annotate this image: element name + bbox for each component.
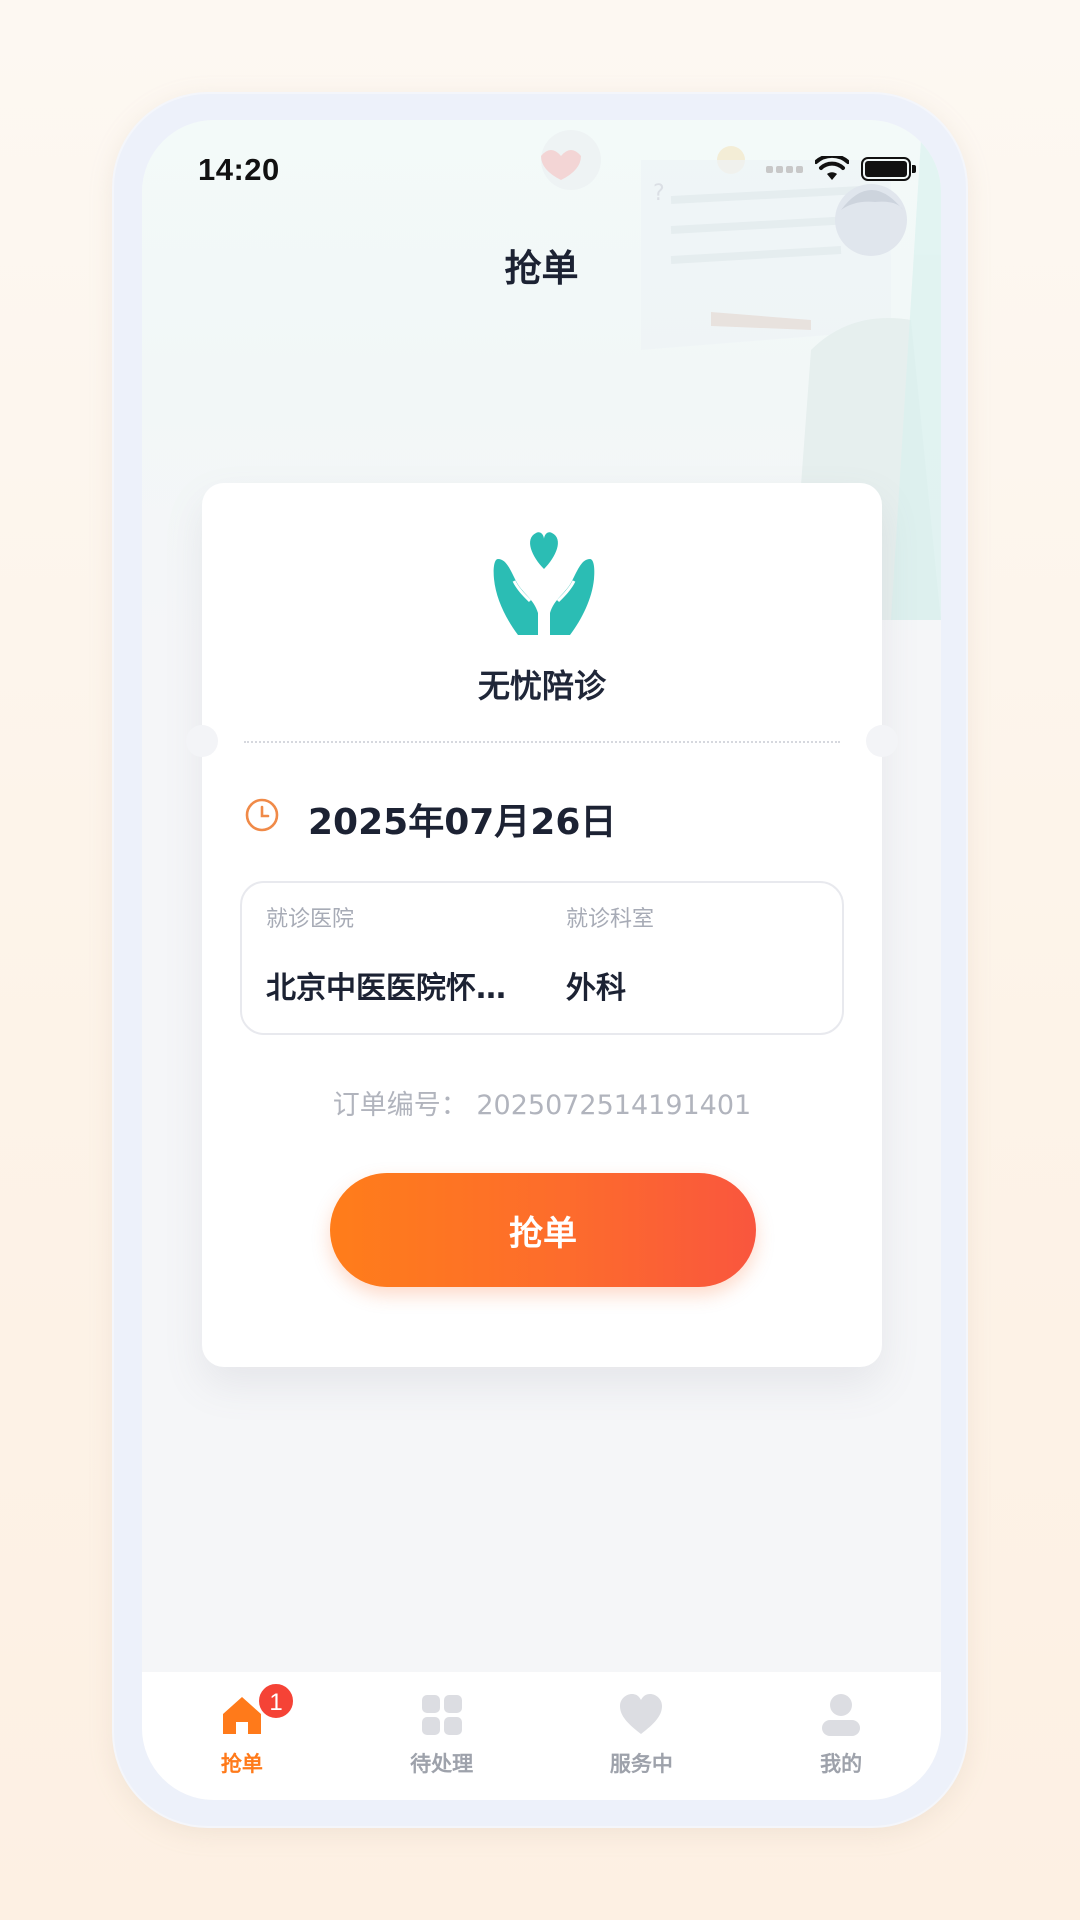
department-label: 就诊科室: [566, 907, 655, 932]
heart-icon: [620, 1694, 663, 1734]
tab-pending[interactable]: 待处理: [342, 1672, 542, 1800]
department-field: 就诊科室 外科: [566, 901, 826, 1007]
card-notch-left: [186, 725, 218, 757]
tab-label: 服务中: [609, 1752, 673, 1776]
tab-label: 待处理: [410, 1752, 474, 1776]
page-title: 抢单: [504, 247, 579, 290]
card-notch-right: [866, 725, 898, 757]
hospital-field: 就诊医院 北京中医医院怀…: [266, 901, 546, 1007]
wifi-icon: [815, 156, 849, 180]
tab-in-service[interactable]: 服务中: [542, 1672, 742, 1800]
svg-text:?: ?: [653, 181, 665, 206]
hands-heart-icon: [493, 532, 595, 635]
tab-grab-order[interactable]: 1 抢单: [142, 1672, 342, 1800]
hospital-label: 就诊医院: [266, 907, 355, 932]
grab-order-button[interactable]: 抢单: [330, 1173, 756, 1287]
brand-name: 无忧陪诊: [477, 667, 606, 705]
user-icon: [822, 1694, 861, 1736]
tab-mine[interactable]: 我的: [741, 1672, 941, 1800]
service-date: 2025年07月26日: [308, 802, 617, 843]
grid-icon: [421, 1695, 462, 1735]
order-number: 订单编号： 2025072514191401: [332, 1090, 752, 1121]
tab-bar: 1 抢单 待处理 服务中 我的: [142, 1672, 941, 1800]
hospital-value: 北京中医医院怀…: [266, 971, 506, 1006]
tab-label: 抢单: [220, 1752, 263, 1776]
tab-label: 我的: [820, 1752, 863, 1776]
phone-screen: ? 14:20 抢单 无忧陪诊 2025年07月26日 就诊医院 北京中医医院怀…: [142, 120, 941, 1800]
status-icons: [766, 156, 916, 182]
dotted-divider: [244, 741, 840, 743]
order-card: 无忧陪诊 2025年07月26日 就诊医院 北京中医医院怀… 就诊科室 外科 订…: [186, 483, 898, 1367]
clock-icon: [245, 798, 279, 832]
notification-badge: 1: [257, 1682, 295, 1720]
visit-info-box: 就诊医院 北京中医医院怀… 就诊科室 外科: [240, 881, 844, 1035]
department-value: 外科: [566, 971, 626, 1006]
status-time: 14:20: [198, 152, 280, 187]
signal-icon: [766, 165, 803, 173]
battery-icon: [861, 157, 916, 181]
